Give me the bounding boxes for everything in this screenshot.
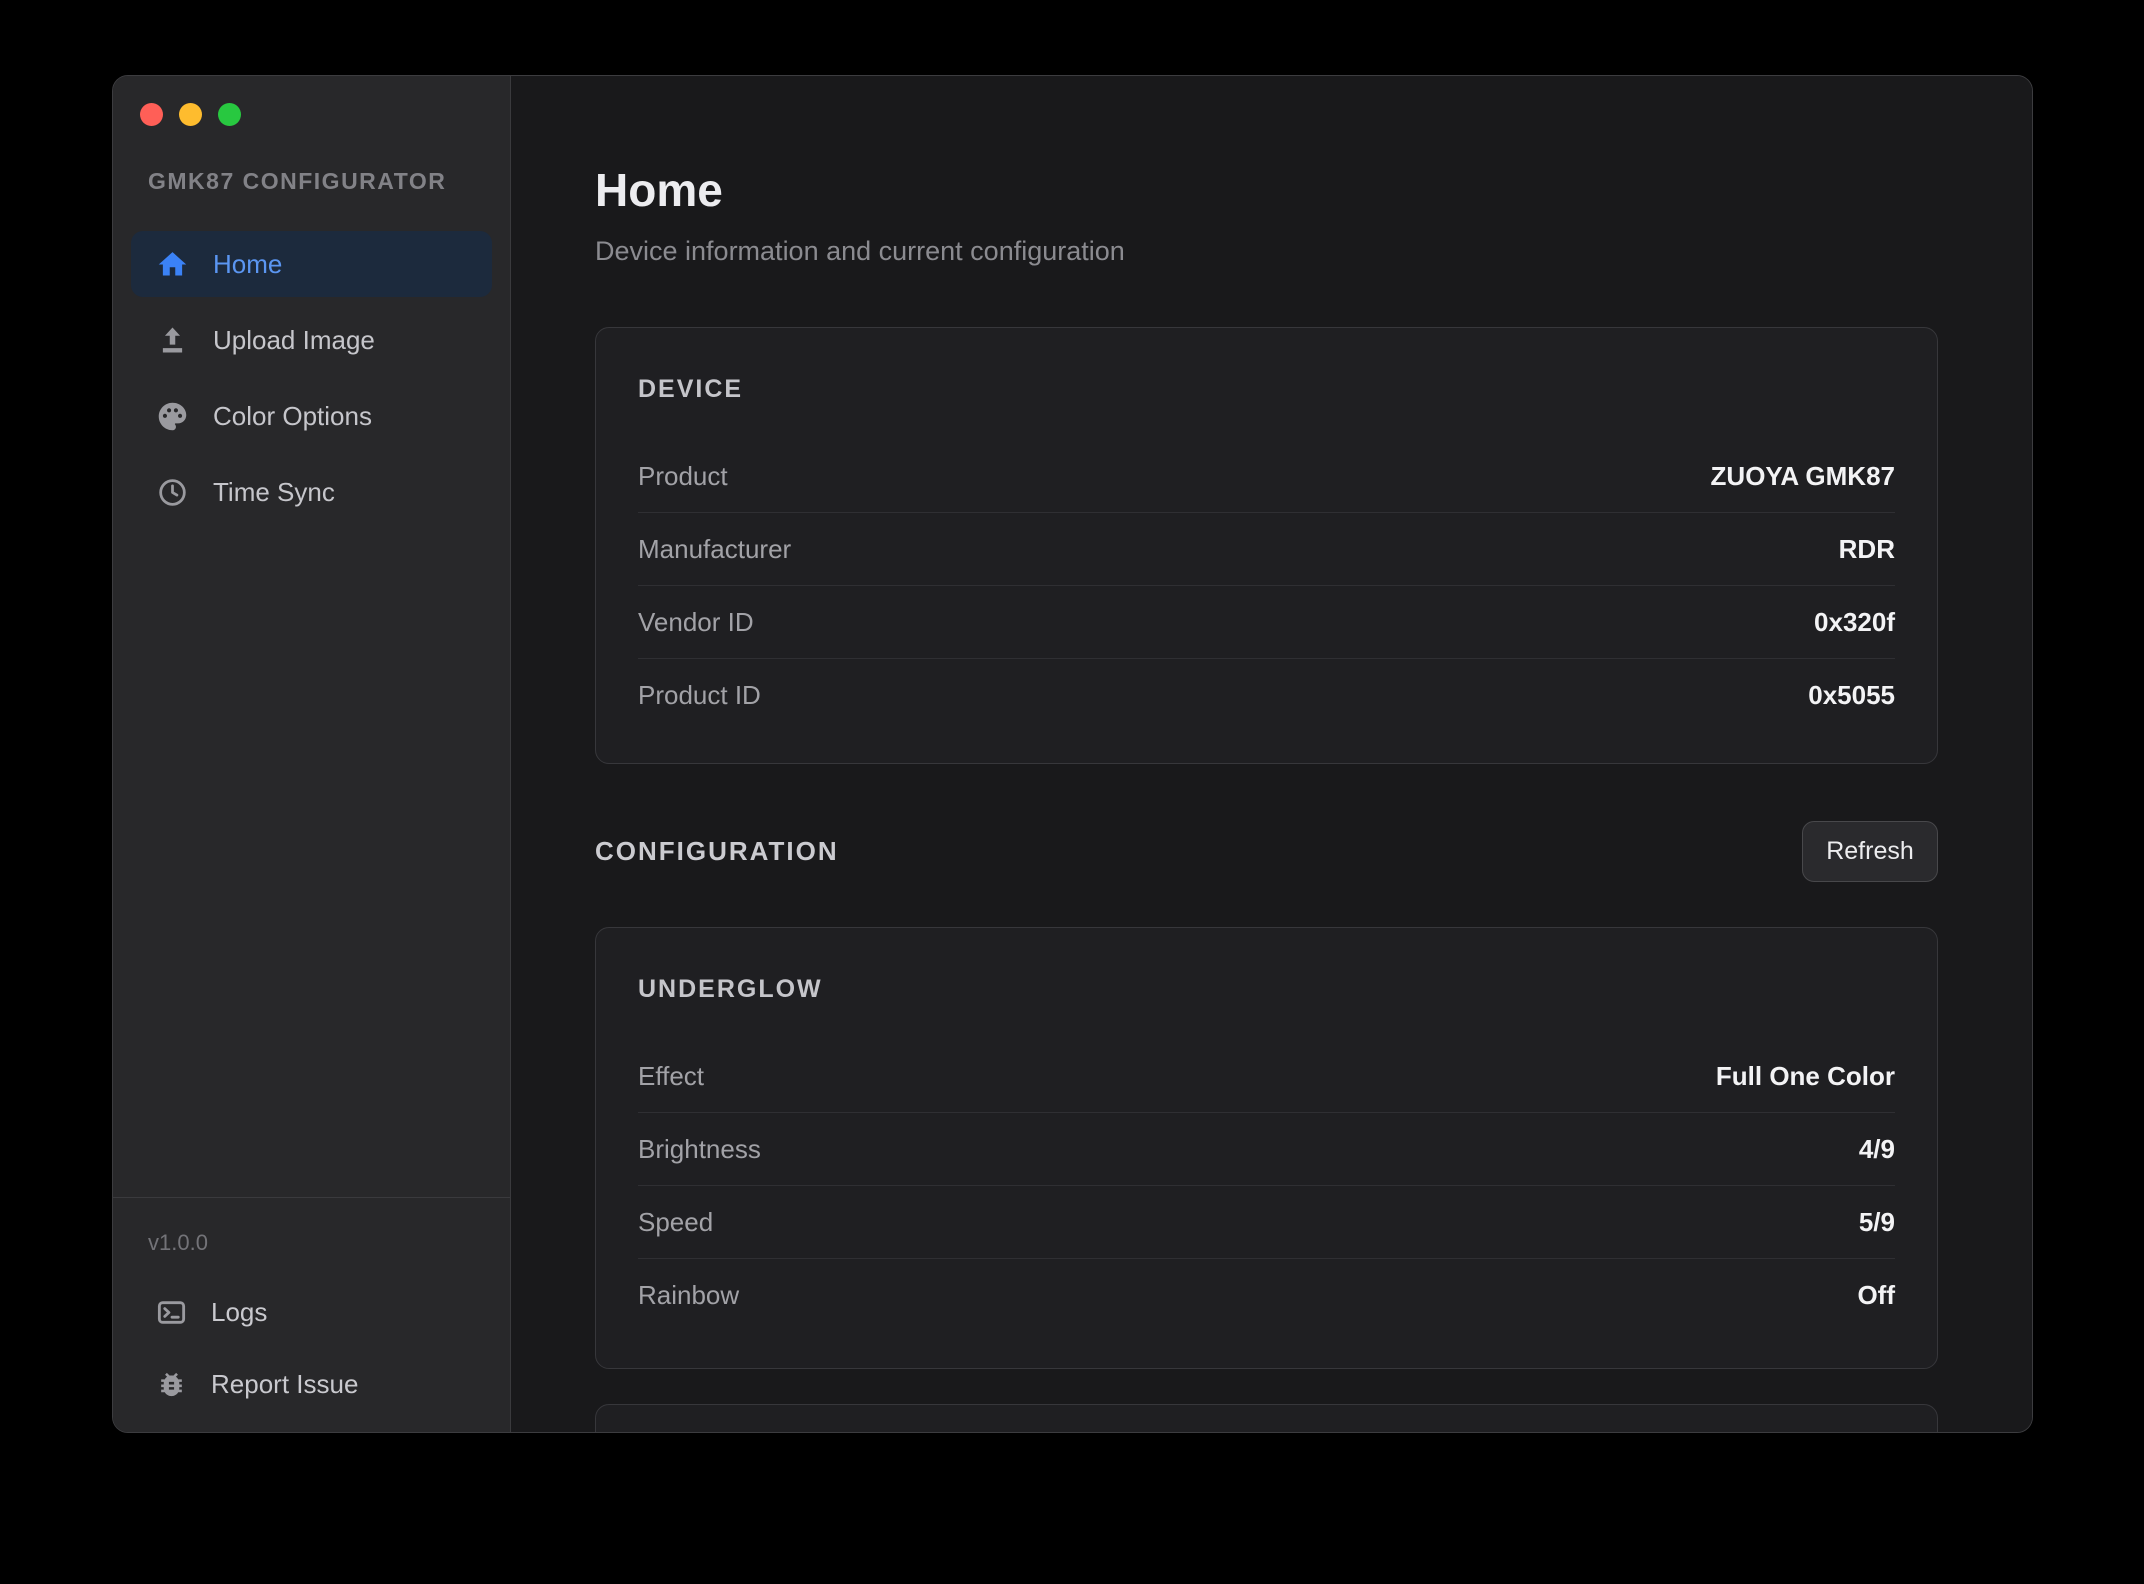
traffic-lights — [113, 76, 510, 126]
sidebar-footer-nav: Logs Report Issue — [113, 1288, 510, 1408]
sidebar-nav: Home Upload Image Color Options Time Syn… — [113, 231, 510, 535]
row-label: Speed — [638, 1207, 713, 1238]
table-row: Brightness 4/9 — [638, 1113, 1895, 1186]
main-content: Home Device information and current conf… — [511, 76, 2032, 1432]
main-panel: Home Device information and current conf… — [511, 76, 2032, 1432]
row-value: Full One Color — [1716, 1061, 1895, 1092]
sidebar: GMK87 CONFIGURATOR Home Upload Image Col… — [113, 76, 511, 1432]
bug-icon — [156, 1369, 187, 1400]
row-label: Brightness — [638, 1134, 761, 1165]
table-row: Product ID 0x5055 — [638, 659, 1895, 732]
refresh-button[interactable]: Refresh — [1802, 821, 1938, 882]
row-label: Rainbow — [638, 1280, 739, 1311]
row-value: 4/9 — [1859, 1134, 1895, 1165]
sidebar-item-home[interactable]: Home — [131, 231, 492, 297]
underglow-rows: Effect Full One Color Brightness 4/9 Spe… — [638, 1040, 1895, 1332]
sidebar-item-upload-image[interactable]: Upload Image — [131, 307, 492, 373]
sidebar-item-label: Time Sync — [213, 477, 335, 508]
sidebar-item-report-issue[interactable]: Report Issue — [131, 1360, 492, 1408]
sidebar-item-label: Color Options — [213, 401, 372, 432]
app-window: GMK87 CONFIGURATOR Home Upload Image Col… — [112, 75, 2033, 1433]
minimize-window-button[interactable] — [179, 103, 202, 126]
device-rows: Product ZUOYA GMK87 Manufacturer RDR Ven… — [638, 440, 1895, 732]
sidebar-item-label: Home — [213, 249, 282, 280]
row-label: Manufacturer — [638, 534, 791, 565]
sidebar-item-logs[interactable]: Logs — [131, 1288, 492, 1336]
home-icon — [156, 248, 189, 281]
sidebar-item-color-options[interactable]: Color Options — [131, 383, 492, 449]
page-title: Home — [595, 164, 1938, 217]
row-label: Product ID — [638, 680, 761, 711]
configuration-section-bar: CONFIGURATION Refresh — [595, 821, 1938, 882]
row-value: Off — [1857, 1280, 1895, 1311]
row-label: Effect — [638, 1061, 704, 1092]
table-row: Rainbow Off — [638, 1259, 1895, 1332]
app-version: v1.0.0 — [148, 1230, 510, 1256]
device-card: DEVICE Product ZUOYA GMK87 Manufacturer … — [595, 327, 1938, 764]
sidebar-item-label: Logs — [211, 1297, 267, 1328]
device-card-header: DEVICE — [638, 328, 1895, 404]
palette-icon — [156, 400, 189, 433]
row-value: 0x320f — [1814, 607, 1895, 638]
row-label: Product — [638, 461, 728, 492]
zoom-window-button[interactable] — [218, 103, 241, 126]
next-card-partial — [595, 1404, 1938, 1432]
clock-icon — [156, 476, 189, 509]
table-row: Vendor ID 0x320f — [638, 586, 1895, 659]
page-subtitle: Device information and current configura… — [595, 234, 1938, 269]
row-label: Vendor ID — [638, 607, 754, 638]
upload-icon — [156, 324, 189, 357]
sidebar-footer: v1.0.0 Logs Report Issue — [113, 1197, 510, 1432]
sidebar-item-time-sync[interactable]: Time Sync — [131, 459, 492, 525]
close-window-button[interactable] — [140, 103, 163, 126]
terminal-icon — [156, 1297, 187, 1328]
row-value: 5/9 — [1859, 1207, 1895, 1238]
table-row: Manufacturer RDR — [638, 513, 1895, 586]
row-value: RDR — [1839, 534, 1895, 565]
table-row: Effect Full One Color — [638, 1040, 1895, 1113]
table-row: Product ZUOYA GMK87 — [638, 440, 1895, 513]
row-value: 0x5055 — [1808, 680, 1895, 711]
table-row: Speed 5/9 — [638, 1186, 1895, 1259]
underglow-card-header: UNDERGLOW — [638, 928, 1895, 1004]
app-title: GMK87 CONFIGURATOR — [148, 168, 510, 195]
sidebar-item-label: Report Issue — [211, 1369, 358, 1400]
underglow-card: UNDERGLOW Effect Full One Color Brightne… — [595, 927, 1938, 1369]
sidebar-item-label: Upload Image — [213, 325, 375, 356]
row-value: ZUOYA GMK87 — [1711, 461, 1895, 492]
configuration-section-header: CONFIGURATION — [595, 836, 839, 867]
